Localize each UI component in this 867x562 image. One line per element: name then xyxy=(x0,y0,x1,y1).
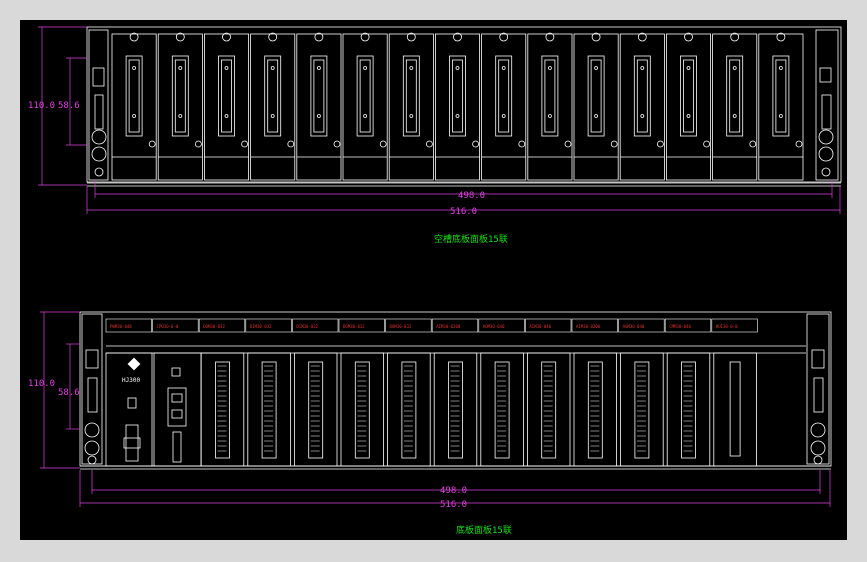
empty-slot-cover xyxy=(157,32,203,181)
empty-slot-cover xyxy=(527,32,573,181)
io-module xyxy=(200,352,245,467)
empty-slot-cover xyxy=(111,32,157,181)
empty-slot-cover xyxy=(666,32,712,181)
cad-drawing: 110.0 58.6 498.0 516.0 空槽底板面板15联 HJ300 P… xyxy=(28,26,842,536)
module-label: AIM30-040 xyxy=(529,324,551,329)
io-module xyxy=(666,352,711,467)
top-left-endcap xyxy=(88,29,109,181)
module-label-strip: PWM30-048 CPU30-0-0 DOM30-032 DIM30-032 DIM3… xyxy=(105,318,758,333)
brand-logo: HJ300 xyxy=(122,357,140,384)
io-modules xyxy=(200,352,757,467)
module-label: HUI30-0-0 xyxy=(716,324,738,329)
bottom-dim-width-inner: 498.0 xyxy=(440,486,467,496)
io-module xyxy=(433,352,478,467)
io-module xyxy=(247,352,291,467)
empty-slot-cover xyxy=(388,32,434,181)
comm-module xyxy=(713,352,757,467)
module-label: DOM30-032 xyxy=(390,324,412,329)
empty-slot-cover xyxy=(296,32,342,181)
empty-slot-cover xyxy=(481,32,527,181)
module-label: AOM30-040 xyxy=(483,324,505,329)
top-dim-width-inner: 498.0 xyxy=(458,191,485,201)
cpu-module xyxy=(153,352,202,467)
top-dim-height-outer: 110.0 xyxy=(28,101,55,111)
module-label: AIM30-0200 xyxy=(436,324,461,329)
module-label: DOM30-032 xyxy=(343,324,365,329)
module-label: DIM30-032 xyxy=(296,324,318,329)
bottom-right-endcap xyxy=(806,313,830,465)
empty-slot-cover xyxy=(203,32,249,181)
bottom-baseplate-outline xyxy=(79,311,832,467)
bottom-dimensions xyxy=(40,311,831,507)
module-label: AOM30-040 xyxy=(623,324,645,329)
empty-slot-cover xyxy=(712,32,758,181)
empty-slot-cover xyxy=(758,32,804,181)
bottom-dim-height-inner: 58.6 xyxy=(58,388,80,398)
top-right-endcap xyxy=(815,29,839,181)
module-label: PWM30-048 xyxy=(110,324,132,329)
io-module xyxy=(340,352,384,467)
bottom-drawing-caption: 底板面板15联 xyxy=(456,524,512,536)
empty-slot-cover xyxy=(619,32,665,181)
module-label: AIM30-0200 xyxy=(576,324,601,329)
io-module xyxy=(573,352,617,467)
brand-name: HJ300 xyxy=(122,377,140,384)
top-drawing-caption: 空槽底板面板15联 xyxy=(434,233,508,245)
top-dim-height-inner: 58.6 xyxy=(58,101,80,111)
module-label: DOM30-032 xyxy=(203,324,225,329)
cad-drawing-canvas: 110.0 58.6 498.0 516.0 空槽底板面板15联 HJ300 P… xyxy=(20,20,847,540)
empty-slot-cover xyxy=(342,32,388,181)
bottom-dim-width-outer: 516.0 xyxy=(440,500,467,510)
io-module xyxy=(293,352,338,467)
io-module xyxy=(480,352,524,467)
bottom-left-endcap xyxy=(81,313,103,465)
module-label: DIM30-032 xyxy=(250,324,272,329)
io-module xyxy=(620,352,664,467)
top-dim-width-outer: 516.0 xyxy=(450,207,477,217)
bottom-rack-drawing xyxy=(79,311,832,470)
power-module xyxy=(105,352,153,467)
module-label: CMM30-040 xyxy=(669,324,691,329)
empty-slot-cover xyxy=(250,32,296,181)
top-empty-slots xyxy=(111,32,804,181)
io-module xyxy=(526,352,571,467)
empty-slot-cover xyxy=(573,32,619,181)
top-rack-drawing xyxy=(86,26,842,187)
top-baseplate-outline xyxy=(86,26,842,183)
io-module xyxy=(387,352,431,467)
module-label: CPU30-0-0 xyxy=(157,324,179,329)
empty-slot-cover xyxy=(434,32,480,181)
bottom-dim-height-outer: 110.0 xyxy=(28,379,55,389)
